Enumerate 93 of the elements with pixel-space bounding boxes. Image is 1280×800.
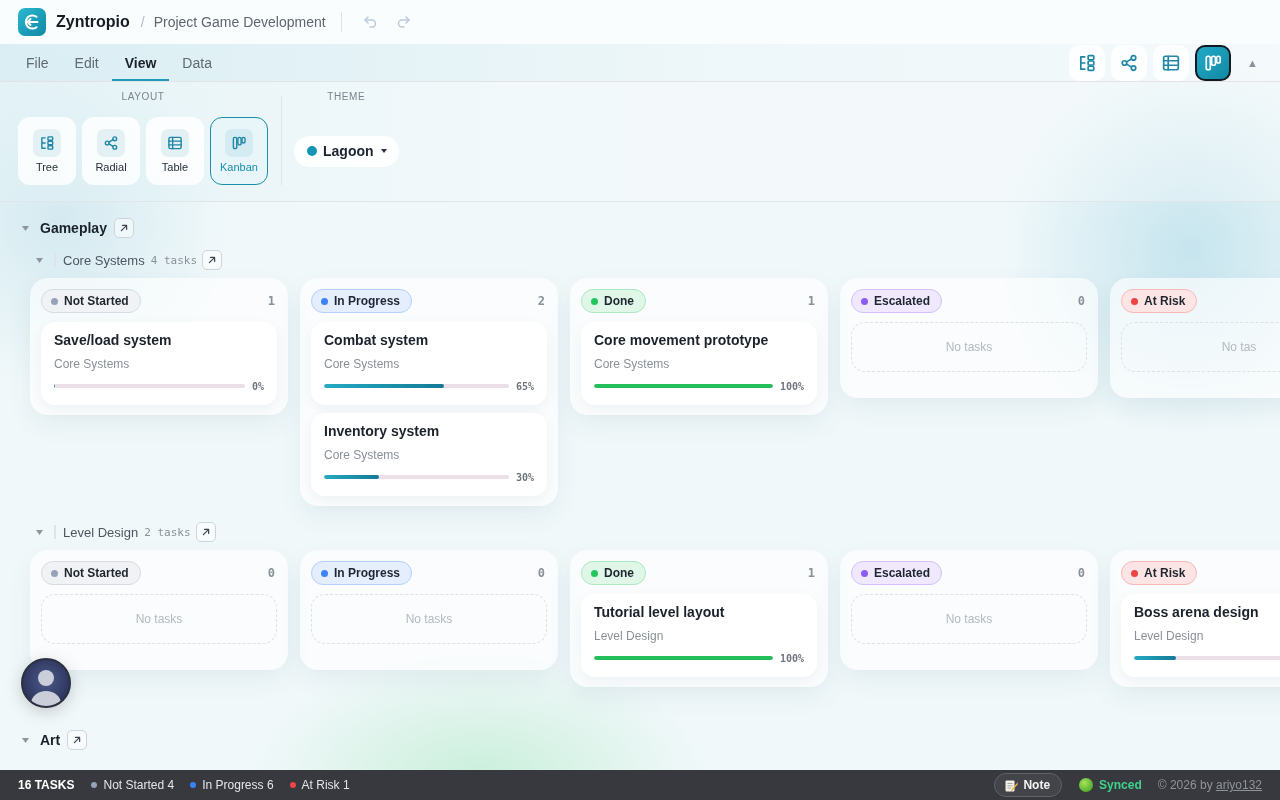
task-total: 16 TASKS — [18, 778, 75, 792]
section-label: LAYOUT — [121, 91, 165, 103]
column-count: 0 — [1077, 294, 1086, 308]
task-title: Boss arena design — [1134, 603, 1260, 621]
caret-icon[interactable] — [22, 737, 29, 743]
task-card[interactable]: Tutorial level layout Level Design 100% — [581, 594, 817, 677]
caret-icon[interactable] — [36, 257, 43, 263]
section-label: THEME — [327, 91, 366, 103]
open-button[interactable] — [195, 522, 216, 542]
open-button[interactable] — [113, 218, 134, 238]
layout-option[interactable]: Radial — [82, 117, 140, 185]
caret-icon — [380, 149, 387, 153]
layout-option[interactable]: Tree — [18, 117, 76, 185]
status-label: Not Started — [64, 294, 129, 308]
subgroup-title: Core Systems — [63, 252, 145, 268]
arrow-icon — [206, 254, 218, 266]
task-title: Combat system — [324, 331, 430, 349]
column-count: 0 — [537, 566, 546, 580]
layout-option[interactable]: Kanban — [210, 117, 268, 185]
column-count: 2 — [537, 294, 546, 308]
menu-tab[interactable]: File — [13, 44, 62, 81]
status-label: In Progress — [334, 566, 401, 580]
task-group-label: Core Systems — [594, 357, 671, 371]
status-label: Done — [604, 566, 634, 580]
task-card[interactable]: Boss arena design Level Design — [1121, 594, 1280, 677]
open-button[interactable] — [202, 250, 222, 270]
status-label: At Risk — [1144, 294, 1186, 308]
caret-icon[interactable] — [36, 529, 43, 535]
task-group-label: Core Systems — [324, 448, 401, 462]
theme-dropdown[interactable]: Lagoon — [294, 135, 399, 167]
avatar-icon[interactable] — [21, 658, 71, 708]
task-title: Core movement prototype — [594, 331, 770, 349]
kanban-columns-icon — [1204, 53, 1223, 72]
table-icon — [1162, 53, 1181, 72]
kanban-columns-icon — [225, 129, 253, 157]
memo-icon — [1005, 778, 1019, 792]
status-label: Done — [604, 294, 634, 308]
color-swatch-icon — [307, 146, 317, 156]
status-count: Not Started 4 — [103, 778, 175, 792]
connected-nodes-icon — [97, 129, 125, 157]
status-label: At Risk — [1144, 566, 1186, 580]
author-link[interactable]: ariyo132 — [1215, 778, 1262, 792]
connected-nodes-icon — [1120, 53, 1139, 72]
progress-percent: 0% — [251, 380, 264, 392]
column-count: 1 — [807, 566, 816, 580]
breadcrumb-separator: / — [140, 14, 145, 30]
task-group-label: Core Systems — [324, 357, 401, 371]
progress-percent: 100% — [779, 380, 804, 392]
task-count: 4 tasks — [150, 253, 197, 267]
layout-option[interactable]: Table — [146, 117, 204, 185]
table-icon — [161, 129, 189, 157]
menu-tab[interactable]: View — [111, 44, 170, 81]
app-name: Zyntropio — [56, 13, 130, 31]
task-title: Inventory system — [324, 422, 441, 440]
progress-percent: 100% — [779, 652, 804, 664]
group-title: Gameplay — [40, 220, 107, 236]
column-count: 0 — [1077, 566, 1086, 580]
task-count: 2 tasks — [144, 525, 191, 539]
progress-percent: 65% — [515, 380, 534, 392]
task-title: Tutorial level layout — [594, 603, 726, 621]
task-card[interactable]: Inventory system Core Systems 30% — [311, 413, 547, 496]
task-title: Save/load system — [54, 331, 173, 349]
tree-diagram-icon — [33, 129, 61, 157]
status-label: Escalated — [874, 566, 931, 580]
status-dot-icon — [1079, 778, 1094, 792]
copyright-text: © 2026 by ariyo132 — [1157, 778, 1262, 792]
view-button[interactable] — [1195, 44, 1232, 81]
status-count: At Risk 1 — [301, 778, 350, 792]
menu-tab[interactable]: Data — [169, 44, 225, 81]
task-group-label: Level Design — [1134, 629, 1205, 643]
task-card[interactable]: Core movement prototype Core Systems 100% — [581, 322, 817, 405]
group-title: Art — [40, 732, 61, 748]
task-card[interactable]: Combat system Core Systems 65% — [311, 322, 547, 405]
column-count: 0 — [267, 566, 276, 580]
subgroup-title: Level Design — [63, 524, 139, 540]
task-group-label: Level Design — [594, 629, 665, 643]
status-label: Not Started — [64, 566, 129, 580]
task-group-label: Core Systems — [54, 357, 131, 371]
column-count: 1 — [807, 294, 816, 308]
menu-tab[interactable]: Edit — [61, 44, 112, 81]
project-name: Project Game Development — [153, 14, 326, 30]
sync-status: Synced — [1099, 778, 1142, 792]
status-count: In Progress 6 — [202, 778, 274, 792]
caret-icon[interactable] — [22, 225, 29, 231]
status-label: Escalated — [874, 294, 931, 308]
progress-percent: 30% — [515, 471, 534, 483]
note-button[interactable]: Note — [994, 773, 1063, 797]
column-count: 1 — [267, 294, 276, 308]
logo-icon — [18, 8, 46, 36]
task-card[interactable]: Save/load system Core Systems 0% — [41, 322, 277, 405]
tree-diagram-icon — [1078, 53, 1097, 72]
status-label: In Progress — [334, 294, 401, 308]
open-button[interactable] — [67, 730, 88, 750]
